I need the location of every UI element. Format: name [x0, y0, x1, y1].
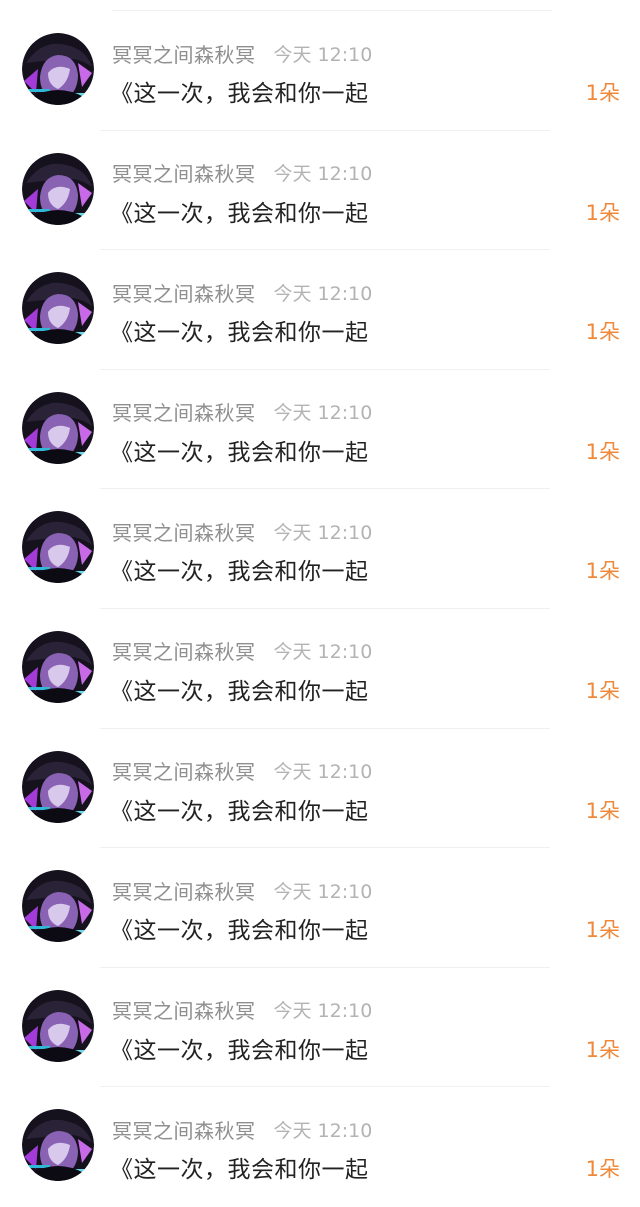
gift-count: 1朵	[585, 81, 620, 105]
item-meta: 冥冥之间森秋冥 今天 12:10	[112, 996, 372, 1024]
timestamp: 今天 12:10	[273, 282, 373, 305]
author-name[interactable]: 冥冥之间森秋冥	[112, 39, 256, 68]
timestamp: 今天 12:10	[273, 1119, 373, 1142]
timestamp: 今天 12:10	[273, 402, 373, 425]
avatar-image	[22, 750, 94, 823]
author-name[interactable]: 冥冥之间森秋冥	[112, 1115, 256, 1144]
author-name[interactable]: 冥冥之间森秋冥	[112, 397, 256, 426]
author-name[interactable]: 冥冥之间森秋冥	[112, 995, 256, 1024]
list-item[interactable]: 冥冥之间森秋冥 今天 12:10 《这一次，我会和你一起 1朵	[0, 250, 640, 370]
timestamp: 今天 12:10	[273, 761, 373, 784]
avatar-image	[22, 152, 94, 225]
author-name[interactable]: 冥冥之间森秋冥	[112, 876, 256, 905]
avatar[interactable]	[22, 989, 94, 1062]
list-item[interactable]: 冥冥之间森秋冥 今天 12:10 《这一次，我会和你一起 1朵	[0, 968, 640, 1088]
list-item[interactable]: 冥冥之间森秋冥 今天 12:10 《这一次，我会和你一起 1朵	[0, 848, 640, 968]
gift-count: 1朵	[585, 798, 620, 823]
list-item[interactable]: 冥冥之间森秋冥 今天 12:10 《这一次，我会和你一起 1朵	[0, 370, 640, 490]
item-meta: 冥冥之间森秋冥 今天 12:10	[112, 637, 372, 665]
author-name[interactable]: 冥冥之间森秋冥	[112, 278, 256, 307]
gift-record-list: 冥冥之间森秋冥 今天 12:10 《这一次，我会和你一起 1朵 冥冥之间森秋冥 …	[0, 11, 640, 1207]
gift-message: 《这一次，我会和你一起	[110, 918, 369, 945]
gift-message: 《这一次，我会和你一起	[110, 320, 369, 347]
list-item[interactable]: 冥冥之间森秋冥 今天 12:10 《这一次，我会和你一起 1朵	[0, 131, 640, 251]
list-item[interactable]: 冥冥之间森秋冥 今天 12:10 《这一次，我会和你一起 1朵	[0, 1087, 640, 1207]
author-name[interactable]: 冥冥之间森秋冥	[112, 756, 256, 785]
gift-message: 《这一次，我会和你一起	[110, 1157, 369, 1184]
gift-count: 1朵	[585, 918, 620, 943]
timestamp: 今天 12:10	[273, 43, 373, 66]
timestamp: 今天 12:10	[273, 880, 373, 903]
gift-message: 《这一次，我会和你一起	[110, 81, 369, 107]
avatar[interactable]	[22, 870, 94, 943]
avatar-image	[22, 33, 94, 105]
item-meta: 冥冥之间森秋冥 今天 12:10	[112, 278, 372, 306]
item-meta: 冥冥之间森秋冥 今天 12:10	[112, 1115, 372, 1143]
gift-count: 1朵	[585, 1157, 620, 1182]
gift-count: 1朵	[585, 439, 620, 464]
avatar-image	[22, 1109, 94, 1182]
avatar[interactable]	[22, 272, 94, 345]
timestamp: 今天 12:10	[273, 521, 373, 544]
avatar-image	[22, 391, 94, 464]
gift-message: 《这一次，我会和你一起	[110, 559, 369, 586]
author-name[interactable]: 冥冥之间森秋冥	[112, 636, 256, 665]
item-meta: 冥冥之间森秋冥 今天 12:10	[112, 876, 372, 904]
gift-count: 1朵	[585, 1037, 620, 1062]
avatar[interactable]	[22, 511, 94, 584]
gift-count: 1朵	[585, 320, 620, 345]
avatar-image	[22, 272, 94, 345]
list-item[interactable]: 冥冥之间森秋冥 今天 12:10 《这一次，我会和你一起 1朵	[0, 11, 640, 131]
gift-message: 《这一次，我会和你一起	[110, 200, 369, 227]
list-item[interactable]: 冥冥之间森秋冥 今天 12:10 《这一次，我会和你一起 1朵	[0, 489, 640, 609]
gift-message: 《这一次，我会和你一起	[110, 439, 369, 466]
avatar[interactable]	[22, 152, 94, 225]
avatar-image	[22, 511, 94, 584]
timestamp: 今天 12:10	[273, 163, 373, 186]
avatar-image	[22, 989, 94, 1062]
gift-count: 1朵	[585, 678, 620, 703]
list-item[interactable]: 冥冥之间森秋冥 今天 12:10 《这一次，我会和你一起 1朵	[0, 729, 640, 849]
avatar[interactable]	[22, 630, 94, 703]
gift-message: 《这一次，我会和你一起	[110, 1037, 369, 1064]
avatar[interactable]	[22, 33, 94, 105]
gift-count: 1朵	[585, 200, 620, 225]
avatar[interactable]	[22, 1109, 94, 1182]
gift-message: 《这一次，我会和你一起	[110, 678, 369, 705]
author-name[interactable]: 冥冥之间森秋冥	[112, 517, 256, 546]
list-item[interactable]: 冥冥之间森秋冥 今天 12:10 《这一次，我会和你一起 1朵	[0, 609, 640, 729]
gift-count: 1朵	[585, 559, 620, 584]
gift-message: 《这一次，我会和你一起	[110, 798, 369, 825]
author-name[interactable]: 冥冥之间森秋冥	[112, 158, 256, 187]
timestamp: 今天 12:10	[273, 1000, 373, 1023]
item-meta: 冥冥之间森秋冥 今天 12:10	[112, 39, 372, 67]
avatar[interactable]	[22, 750, 94, 823]
item-meta: 冥冥之间森秋冥 今天 12:10	[112, 757, 372, 785]
item-meta: 冥冥之间森秋冥 今天 12:10	[112, 517, 372, 545]
item-meta: 冥冥之间森秋冥 今天 12:10	[112, 398, 372, 426]
avatar-image	[22, 630, 94, 703]
avatar-image	[22, 870, 94, 943]
item-meta: 冥冥之间森秋冥 今天 12:10	[112, 159, 372, 187]
avatar[interactable]	[22, 391, 94, 464]
timestamp: 今天 12:10	[273, 641, 373, 664]
